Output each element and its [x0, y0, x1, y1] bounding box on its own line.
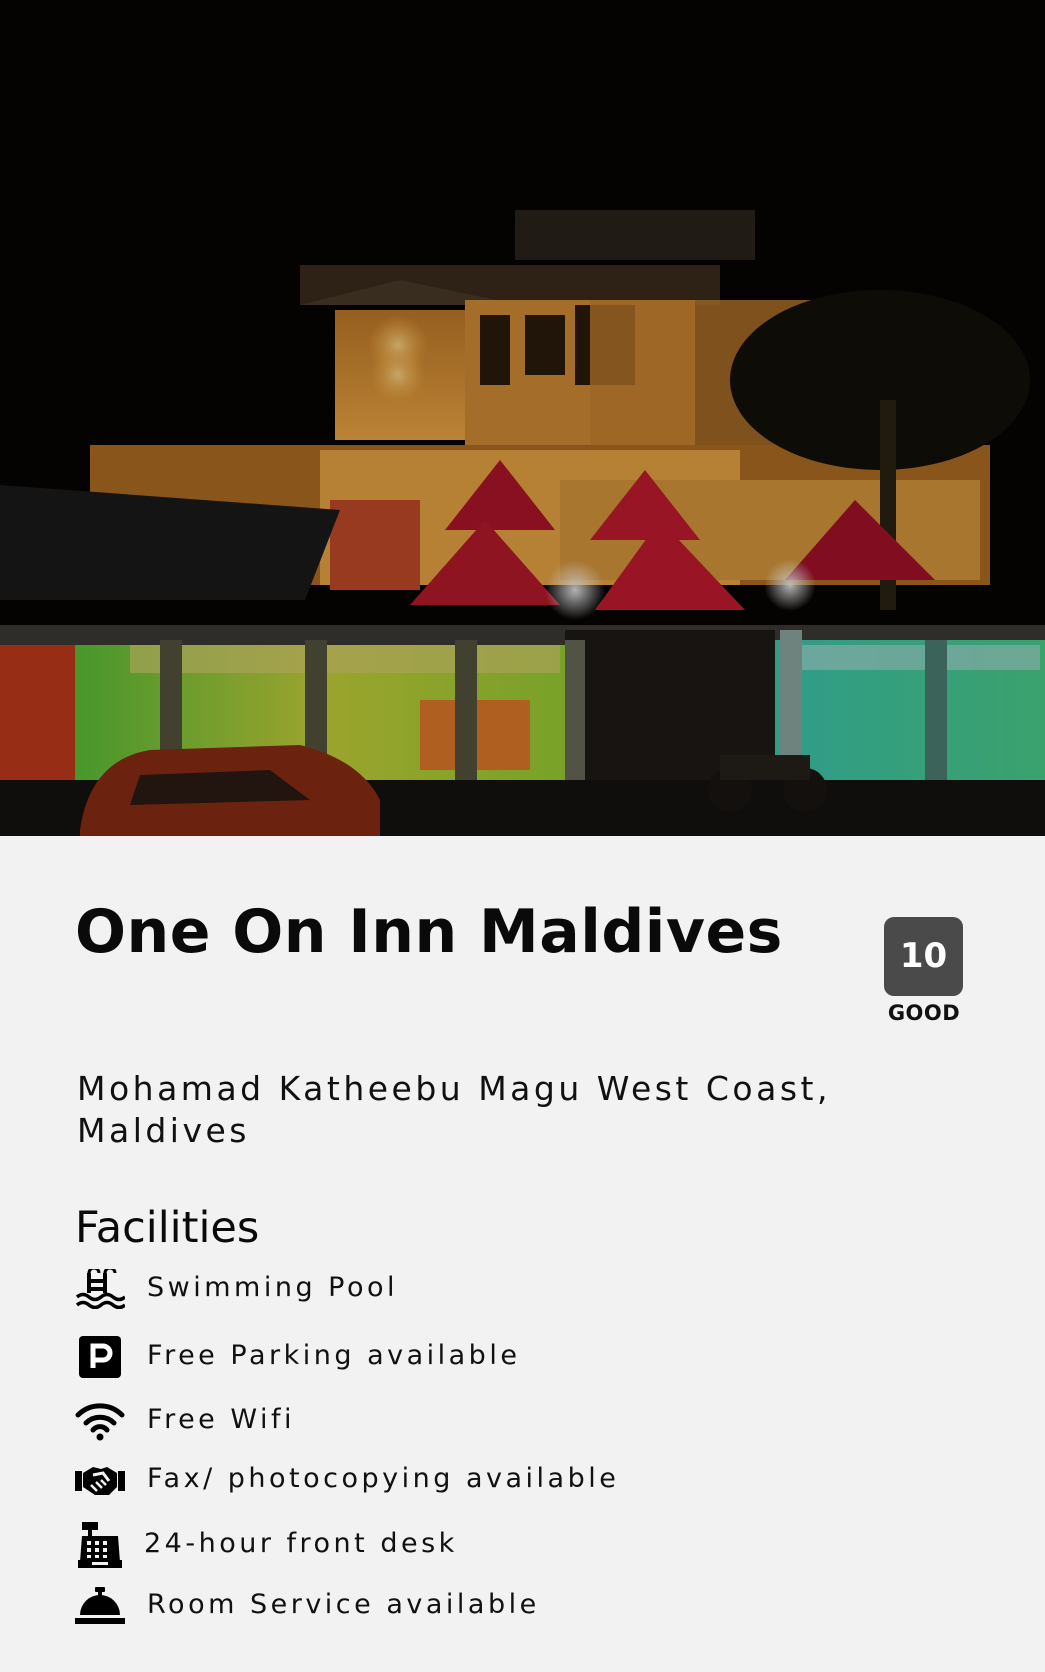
hotel-photo	[0, 0, 1045, 836]
facility-swimming-pool: Swimming Pool	[75, 1264, 975, 1314]
facility-label: Swimming Pool	[147, 1272, 399, 1303]
rating-badge: 10 GOOD	[884, 917, 964, 1025]
hotel-address: Mohamad Katheebu Magu West Coast, Maldiv…	[77, 1069, 831, 1150]
facilities-heading: Facilities	[75, 1203, 260, 1253]
facility-room-service: Room Service available	[75, 1581, 975, 1631]
facility-label: Room Service available	[147, 1589, 540, 1620]
cash-register-icon	[75, 1520, 125, 1570]
handshake-icon	[75, 1455, 125, 1505]
facility-label: Fax/ photocopying available	[147, 1463, 620, 1494]
facility-label: Free Parking available	[147, 1340, 521, 1371]
hotel-name: One On Inn Maldives	[75, 897, 783, 967]
rating-score: 10	[884, 917, 963, 996]
facility-label: Free Wifi	[147, 1404, 295, 1435]
hotel-info-card: One On Inn Maldives 10 GOOD Mohamad Kath…	[0, 836, 1045, 1672]
concierge-bell-icon	[75, 1581, 125, 1631]
parking-icon	[75, 1332, 125, 1382]
facility-wifi: Free Wifi	[75, 1396, 975, 1446]
swimming-pool-icon	[75, 1264, 125, 1314]
rating-label: GOOD	[887, 1001, 961, 1025]
wifi-icon	[75, 1396, 125, 1446]
facility-front-desk: 24-hour front desk	[75, 1520, 975, 1570]
facility-fax: Fax/ photocopying available	[75, 1455, 975, 1505]
facility-parking: Free Parking available	[75, 1332, 975, 1382]
facility-label: 24-hour front desk	[144, 1528, 458, 1559]
